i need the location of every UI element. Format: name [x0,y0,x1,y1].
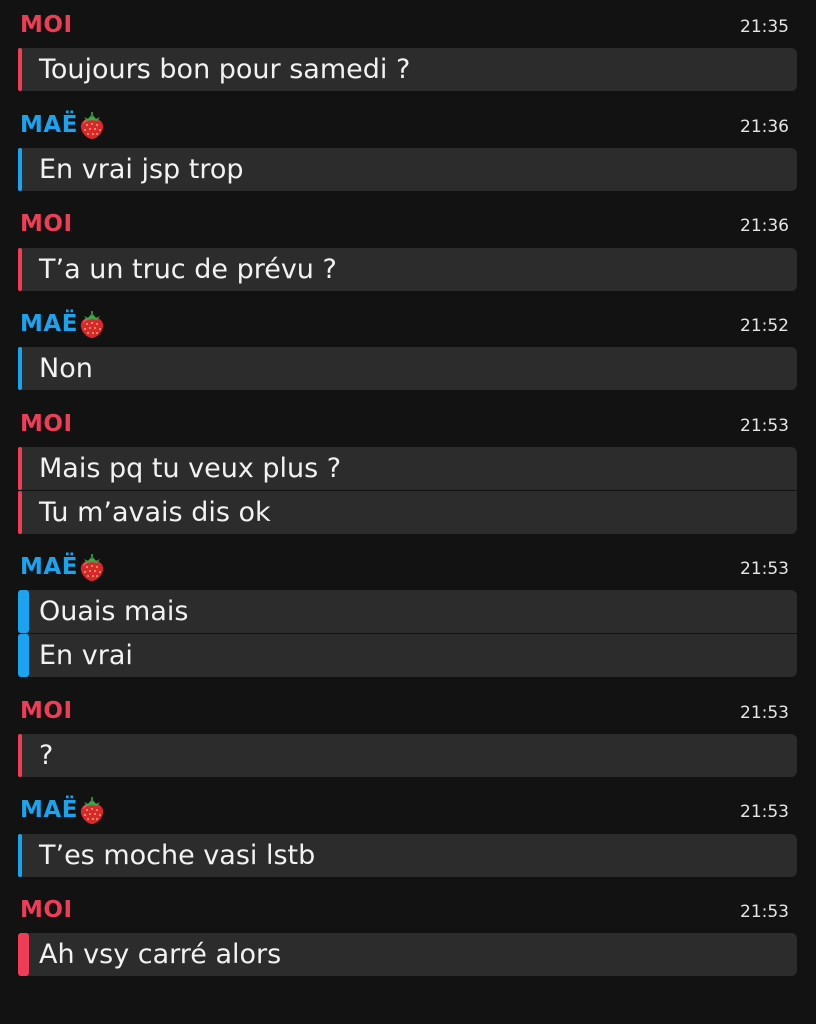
message-text: Ah vsy carré alors [39,939,282,970]
sender-name: MOI [20,211,73,237]
sender-name-label: MAË [20,112,78,138]
message-header: MAË 21:53 [0,542,816,590]
message-text: T’a un truc de prévu ? [39,254,337,285]
message-group: MAË 21:53 T’es moche vasi lstb [0,785,816,878]
message-text: En vrai jsp trop [39,154,244,185]
message-text: ? [39,740,54,771]
sender-name-label: MAË [20,311,78,337]
strawberry-icon [79,309,105,339]
message-bubble[interactable]: Toujours bon pour samedi ? [18,48,797,91]
sender-name: MAË [20,795,105,825]
sender-accent-bar [18,933,29,976]
message-header: MAË 21:53 [0,785,816,834]
message-timestamp: 21:53 [740,902,789,922]
message-text: T’es moche vasi lstb [39,840,316,871]
message-header: MOI 21:36 [0,199,816,248]
message-text: Toujours bon pour samedi ? [39,54,411,85]
message-header: MOI 21:53 [0,399,816,447]
message-bubble[interactable]: Ah vsy carré alors [18,933,797,976]
message-group: MOI 21:53 ? [0,686,816,778]
message-text: Non [39,353,93,384]
message-header: MAË 21:36 [0,100,816,148]
message-text: Mais pq tu veux plus ? [39,453,342,484]
message-bubble[interactable]: En vrai [18,634,797,677]
message-timestamp: 21:36 [740,117,789,137]
message-text: Ouais mais [39,596,189,627]
message-timestamp: 21:52 [740,316,789,336]
sender-accent-bar [18,248,22,291]
sender-accent-bar [18,48,22,91]
strawberry-icon [79,110,105,140]
sender-accent-bar [18,590,29,633]
message-group: MAË 21:36 En vrai jsp trop [0,100,816,192]
message-timestamp: 21:53 [740,416,789,436]
sender-accent-bar [18,834,22,877]
sender-name: MOI [20,411,73,437]
message-bubble[interactable]: ? [18,734,797,777]
message-group: MAË 21:52 Non [0,299,816,391]
message-bubble[interactable]: T’es moche vasi lstb [18,834,797,877]
message-group: MOI 21:53 Mais pq tu veux plus ? Tu m’av… [0,399,816,535]
message-header: MOI 21:53 [0,885,816,933]
message-bubble[interactable]: Ouais mais [18,590,797,633]
sender-accent-bar [18,447,22,490]
sender-accent-bar [18,634,29,677]
message-text: En vrai [39,640,133,671]
sender-accent-bar [18,491,22,534]
sender-name: MOI [20,897,73,923]
message-timestamp: 21:53 [740,559,789,579]
message-header: MOI 21:35 [0,0,816,48]
message-bubble[interactable]: En vrai jsp trop [18,148,797,191]
message-timestamp: 21:36 [740,216,789,236]
sender-accent-bar [18,734,22,777]
message-timestamp: 21:53 [740,802,789,822]
message-timestamp: 21:53 [740,703,789,723]
message-group: MAË 21:53 Ouais mais En vrai [0,542,816,678]
sender-accent-bar [18,347,22,390]
sender-name: MAË [20,110,105,140]
sender-name-label: MAË [20,554,78,580]
message-bubble[interactable]: Non [18,347,797,390]
message-header: MOI 21:53 [0,686,816,734]
message-timestamp: 21:35 [740,17,789,37]
sender-accent-bar [18,148,22,191]
message-header: MAË 21:52 [0,299,816,347]
strawberry-icon [79,552,105,582]
sender-name-label: MAË [20,797,78,823]
sender-name: MAË [20,309,105,339]
sender-name: MAË [20,552,105,582]
message-bubble[interactable]: Mais pq tu veux plus ? [18,447,797,490]
strawberry-icon [79,795,105,825]
message-bubble[interactable]: Tu m’avais dis ok [18,491,797,534]
message-text: Tu m’avais dis ok [39,497,271,528]
message-group: MOI 21:53 Ah vsy carré alors [0,885,816,977]
message-group: MOI 21:35 Toujours bon pour samedi ? [0,0,816,92]
message-bubble[interactable]: T’a un truc de prévu ? [18,248,797,291]
message-group: MOI 21:36 T’a un truc de prévu ? [0,199,816,292]
sender-name: MOI [20,12,73,38]
sender-name: MOI [20,698,73,724]
